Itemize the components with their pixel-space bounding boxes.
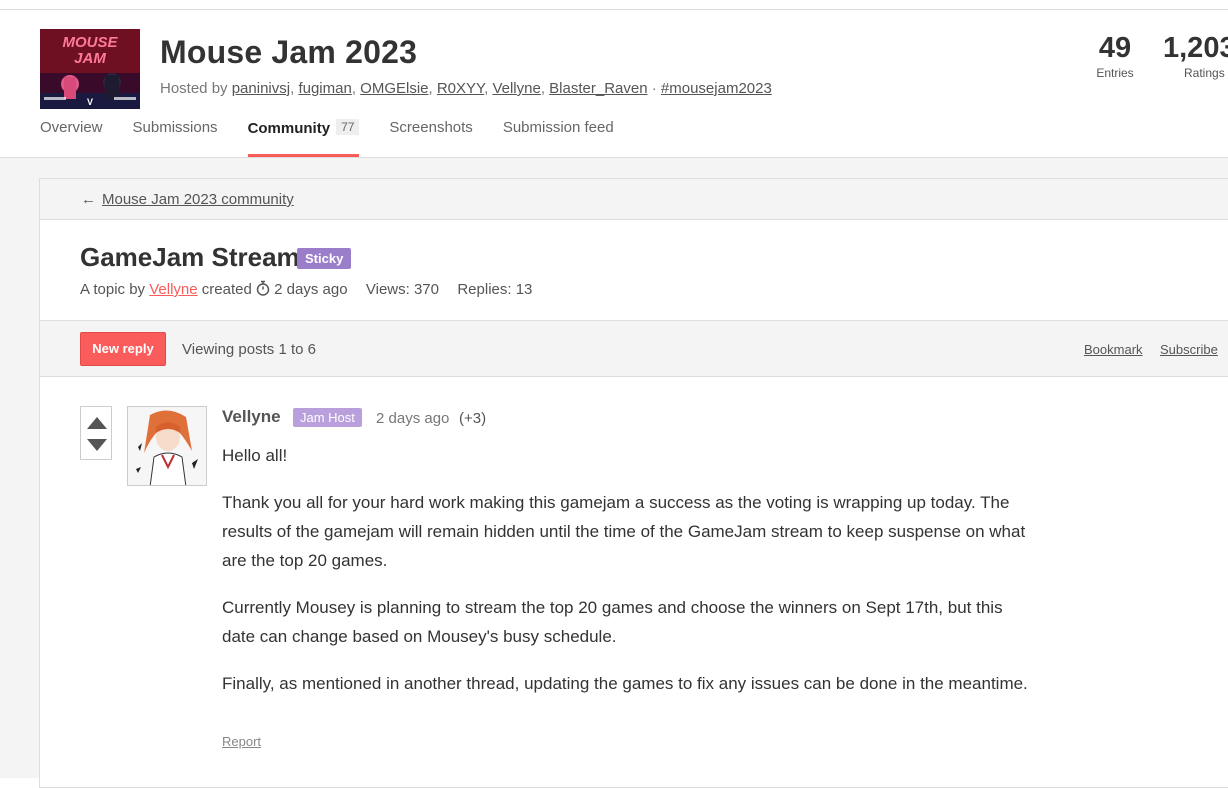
tab-screenshots-label: Screenshots <box>389 119 473 136</box>
triangle-down-icon[interactable] <box>87 439 107 451</box>
svg-text:V: V <box>87 97 93 107</box>
host-link-r0xyy[interactable]: R0XYY <box>437 80 484 97</box>
host-link-vellyne[interactable]: Vellyne <box>492 80 540 97</box>
jam-thumbnail[interactable]: V MOUSE JAM <box>40 29 140 109</box>
tab-submissions-label: Submissions <box>132 119 218 136</box>
jam-title: Mouse Jam 2023 <box>160 34 418 70</box>
post-vote-count: (+3) <box>459 410 487 427</box>
hosted-separator: · <box>647 80 661 97</box>
sticky-badge: Sticky <box>297 248 352 269</box>
thumb-logo-line2: JAM <box>74 50 106 67</box>
tab-overview[interactable]: Overview <box>40 119 103 157</box>
breadcrumb: ← Mouse Jam 2023 community <box>40 179 1228 220</box>
hashtag-link[interactable]: #mousejam2023 <box>661 80 772 97</box>
subscribe-link[interactable]: Subscribe <box>1160 342 1218 357</box>
ratings-count: 1,203 <box>1163 32 1228 64</box>
entries-count: 49 <box>1098 32 1132 64</box>
ratings-label: Ratings <box>1184 66 1225 80</box>
entries-label: Entries <box>1096 66 1134 80</box>
topic-title: GameJam Stream <box>80 242 300 272</box>
hosted-by-line: Hosted by paninivsj, fugiman, OMGElsie, … <box>160 80 772 97</box>
vote-box <box>80 406 112 460</box>
breadcrumb-community-link[interactable]: Mouse Jam 2023 community <box>102 191 294 208</box>
community-count-badge: 77 <box>336 119 360 135</box>
topic-action-bar: New reply Viewing posts 1 to 6 Bookmark … <box>40 320 1228 377</box>
topic-views: Views: 370 <box>365 281 439 298</box>
avatar[interactable] <box>127 406 207 486</box>
post-author[interactable]: Vellyne <box>222 407 281 427</box>
tab-screenshots[interactable]: Screenshots <box>389 119 472 157</box>
jam-tabs: Overview Submissions Community 77 Screens… <box>40 119 644 157</box>
triangle-up-icon[interactable] <box>87 417 107 429</box>
host-link-omgelsie[interactable]: OMGElsie <box>360 80 428 97</box>
viewing-posts-text: Viewing posts 1 to 6 <box>182 341 316 358</box>
post-paragraph: Hello all! <box>222 446 288 465</box>
topic-created-ago: 2 days ago <box>274 281 348 298</box>
new-reply-button[interactable]: New reply <box>80 332 166 366</box>
post-body: Hello all! Thank you all for your hard w… <box>222 441 1032 716</box>
back-arrow-icon[interactable]: ← <box>81 191 96 208</box>
stopwatch-icon <box>256 280 274 298</box>
post-time[interactable]: 2 days ago <box>376 410 449 427</box>
post-paragraph: Thank you all for your hard work making … <box>222 493 1026 570</box>
jam-host-badge: Jam Host <box>293 408 362 427</box>
created-label: created <box>201 281 252 298</box>
topic-meta: A topic by Vellyne created 2 days ago Vi… <box>80 280 532 298</box>
tab-submissions[interactable]: Submissions <box>133 119 218 157</box>
tab-submission-feed[interactable]: Submission feed <box>503 119 614 157</box>
host-link-paninivsj[interactable]: paninivsj <box>232 80 290 97</box>
report-link[interactable]: Report <box>222 734 261 749</box>
jam-header: V MOUSE JAM Mouse Jam 2023 Hosted by pan… <box>0 10 1228 158</box>
post-paragraph: Currently Mousey is planning to stream t… <box>222 598 1003 646</box>
topic-author-link[interactable]: Vellyne <box>149 281 197 298</box>
topic-panel: ← Mouse Jam 2023 community GameJam Strea… <box>39 178 1228 788</box>
stat-ratings: 1,203 Ratings <box>1163 30 1228 80</box>
stat-entries: 49 Entries <box>1092 30 1138 80</box>
thumb-logo-line1: MOUSE <box>62 34 118 51</box>
host-link-fugiman[interactable]: fugiman <box>298 80 351 97</box>
host-link-blaster-raven[interactable]: Blaster_Raven <box>549 80 647 97</box>
tab-submission-feed-label: Submission feed <box>502 119 614 136</box>
tab-overview-label: Overview <box>40 119 103 136</box>
topic-replies: Replies: 13 <box>457 281 533 298</box>
tab-community[interactable]: Community 77 <box>247 119 360 157</box>
hosted-by-label: Hosted by <box>160 80 228 97</box>
topic-prefix: A topic by <box>80 281 146 298</box>
bookmark-link[interactable]: Bookmark <box>1084 342 1143 357</box>
post-paragraph: Finally, as mentioned in another thread,… <box>222 674 1028 693</box>
tab-community-label: Community <box>247 120 331 137</box>
